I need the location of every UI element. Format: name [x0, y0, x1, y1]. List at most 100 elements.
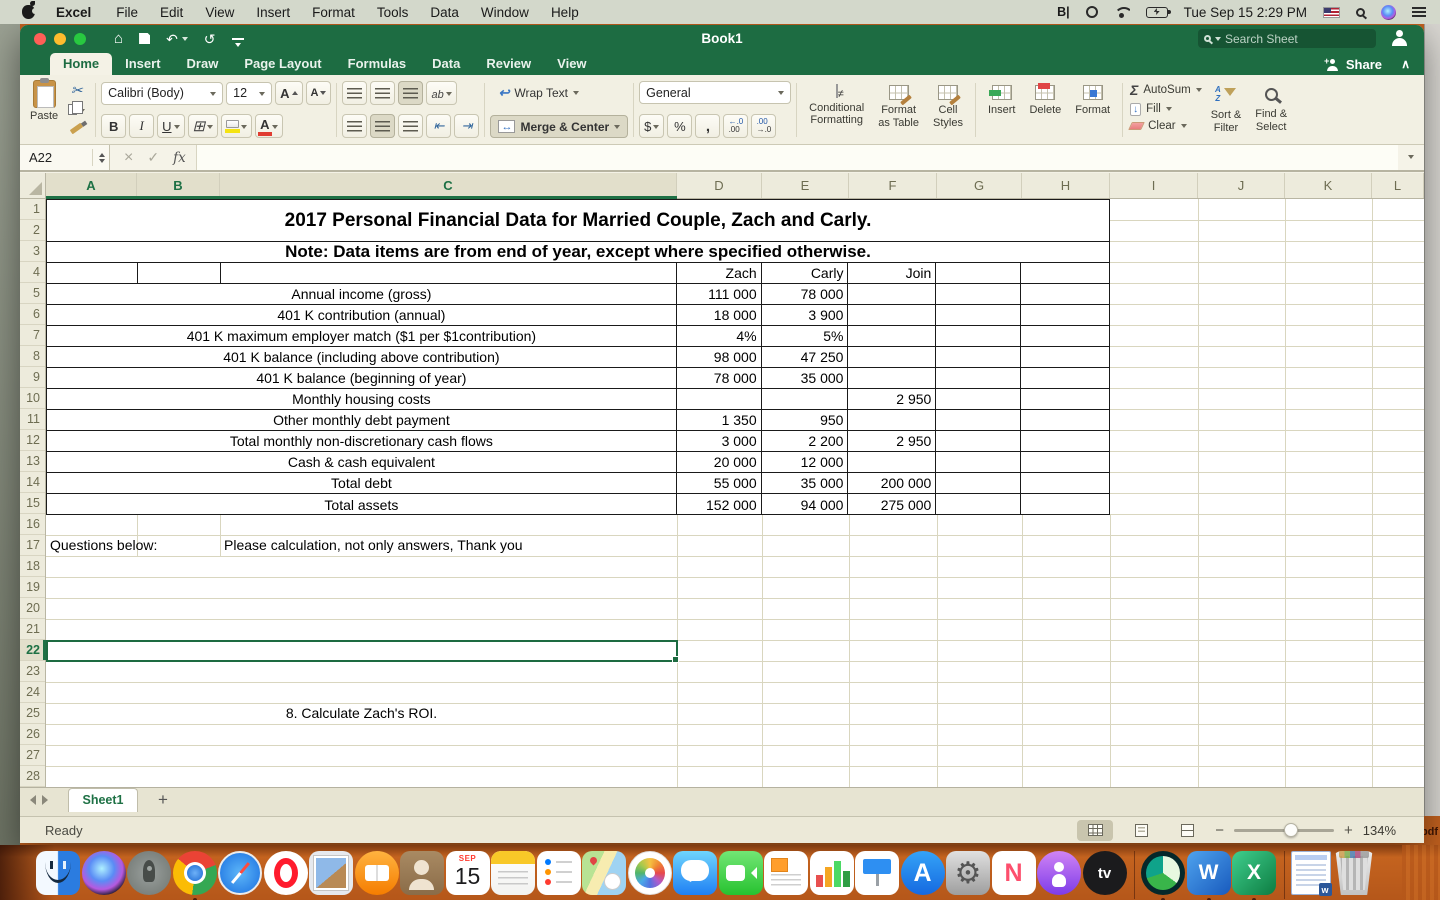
cell[interactable]	[936, 431, 1021, 451]
cell[interactable]	[936, 368, 1021, 388]
sheet-grid[interactable]: 2017 Personal Financial Data for Married…	[20, 173, 1424, 787]
dock-pages-icon[interactable]	[764, 851, 808, 895]
cell[interactable]: 2 200	[762, 431, 849, 451]
row-header-5[interactable]: 5	[20, 283, 45, 304]
dock-document-icon[interactable]	[1291, 851, 1331, 895]
cell[interactable]: 55 000	[677, 473, 762, 493]
dock-facetime-icon[interactable]	[719, 851, 763, 895]
insert-function-icon[interactable]: fx	[173, 150, 186, 166]
dock-siri-icon[interactable]	[82, 851, 126, 895]
row-header-7[interactable]: 7	[20, 325, 45, 346]
wifi-icon[interactable]	[1114, 7, 1130, 18]
cell[interactable]	[936, 347, 1021, 367]
tab-draw[interactable]: Draw	[174, 53, 232, 75]
menu-format[interactable]: Format	[301, 5, 366, 20]
cell[interactable]	[762, 389, 849, 409]
dock-books-icon[interactable]	[355, 851, 399, 895]
tab-view[interactable]: View	[544, 53, 599, 75]
sort-filter-button[interactable]: Sort &Filter	[1204, 80, 1249, 140]
redo-icon[interactable]	[204, 32, 216, 46]
row-header-1[interactable]: 1	[20, 199, 45, 220]
decrease-indent-button[interactable]	[426, 114, 451, 138]
format-as-table-button[interactable]: Formatas Table	[871, 80, 926, 140]
sheet-nav-left-icon[interactable]	[30, 795, 36, 805]
dock-chrome-icon[interactable]	[173, 851, 217, 895]
zoom-percentage[interactable]: 134%	[1363, 823, 1396, 838]
dock-keynote-icon[interactable]	[855, 851, 899, 895]
column-header-C[interactable]: C	[220, 173, 677, 198]
column-header-K[interactable]: K	[1285, 173, 1372, 198]
autosum-button[interactable]: AutoSum	[1128, 81, 1204, 99]
cell[interactable]: 2 950	[848, 389, 936, 409]
add-sheet-button[interactable]: +	[150, 788, 176, 812]
font-color-button[interactable]: A	[255, 114, 282, 138]
zoom-in-button[interactable]	[1344, 822, 1353, 839]
cell[interactable]	[848, 326, 936, 346]
row-header-26[interactable]: 26	[20, 724, 45, 745]
format-painter-button[interactable]	[63, 119, 90, 138]
dock-safari-icon[interactable]	[218, 851, 262, 895]
align-left-button[interactable]	[342, 114, 367, 138]
cell[interactable]	[848, 284, 936, 304]
menu-excel[interactable]: Excel	[45, 5, 105, 20]
cell[interactable]	[1021, 452, 1109, 472]
cell[interactable]: 1 350	[677, 410, 762, 430]
cell[interactable]	[1021, 347, 1109, 367]
share-button[interactable]: Share	[1326, 57, 1382, 72]
cell[interactable]: 94 000	[762, 494, 849, 515]
dock-app-store-icon[interactable]: A	[901, 851, 945, 895]
fill-handle[interactable]	[672, 656, 679, 663]
cell[interactable]: 3 000	[677, 431, 762, 451]
dock-news-icon[interactable]: N	[992, 851, 1036, 895]
menu-data[interactable]: Data	[419, 5, 470, 20]
conditional-formatting-button[interactable]: ConditionalFormatting	[802, 80, 871, 140]
column-header-J[interactable]: J	[1198, 173, 1285, 198]
cell[interactable]: Monthly housing costs	[47, 389, 677, 409]
find-select-button[interactable]: Find &Select	[1248, 80, 1294, 140]
row-header-27[interactable]: 27	[20, 745, 45, 766]
cell[interactable]: Cash & cash equivalent	[47, 452, 677, 472]
row-header-8[interactable]: 8	[20, 346, 45, 367]
row-header-4[interactable]: 4	[20, 262, 45, 283]
row-header-17[interactable]: 17	[20, 535, 45, 556]
cell-styles-button[interactable]: CellStyles	[926, 80, 970, 140]
dock-tv-icon[interactable]: tv	[1083, 851, 1127, 895]
decrease-font-button[interactable]: A	[306, 81, 332, 105]
tab-data[interactable]: Data	[419, 53, 473, 75]
cell[interactable]: 401 K maximum employer match ($1 per $1c…	[47, 326, 677, 346]
font-size-select[interactable]: 12	[226, 82, 272, 105]
increase-indent-button[interactable]	[454, 114, 479, 138]
dock-system-preferences-icon[interactable]	[946, 851, 990, 895]
sheet-tab-sheet1[interactable]: Sheet1	[68, 788, 138, 812]
tab-review[interactable]: Review	[473, 53, 544, 75]
name-box[interactable]: A22	[20, 145, 110, 170]
cell[interactable]: 401 K balance (including above contribut…	[47, 347, 677, 367]
cell[interactable]: 152 000	[677, 494, 762, 515]
header-cell[interactable]	[1021, 263, 1109, 283]
row-header-9[interactable]: 9	[20, 367, 45, 388]
dock-podcasts-icon[interactable]	[1037, 851, 1081, 895]
comma-format-button[interactable]: ,	[695, 114, 720, 138]
menu-help[interactable]: Help	[540, 5, 590, 20]
orientation-button[interactable]	[426, 81, 456, 105]
cell[interactable]	[936, 305, 1021, 325]
cell[interactable]	[1021, 473, 1109, 493]
align-middle-button[interactable]	[370, 81, 395, 105]
cell[interactable]: 35 000	[762, 473, 849, 493]
align-center-button[interactable]	[370, 114, 395, 138]
page-break-view-button[interactable]	[1169, 820, 1205, 841]
dock-word-icon[interactable]: W	[1187, 851, 1231, 895]
cell[interactable]	[1021, 431, 1109, 451]
row-header-28[interactable]: 28	[20, 766, 45, 787]
minimize-button[interactable]	[54, 33, 66, 45]
cell[interactable]	[677, 389, 762, 409]
row-header-23[interactable]: 23	[20, 661, 45, 682]
align-bottom-button[interactable]	[398, 81, 423, 105]
name-box-stepper[interactable]	[92, 149, 105, 167]
row-header-6[interactable]: 6	[20, 304, 45, 325]
row-header-14[interactable]: 14	[20, 472, 45, 493]
row-header-12[interactable]: 12	[20, 430, 45, 451]
cell[interactable]: 78 000	[677, 368, 762, 388]
spotlight-icon[interactable]	[1356, 8, 1365, 17]
cell[interactable]: 78 000	[762, 284, 849, 304]
